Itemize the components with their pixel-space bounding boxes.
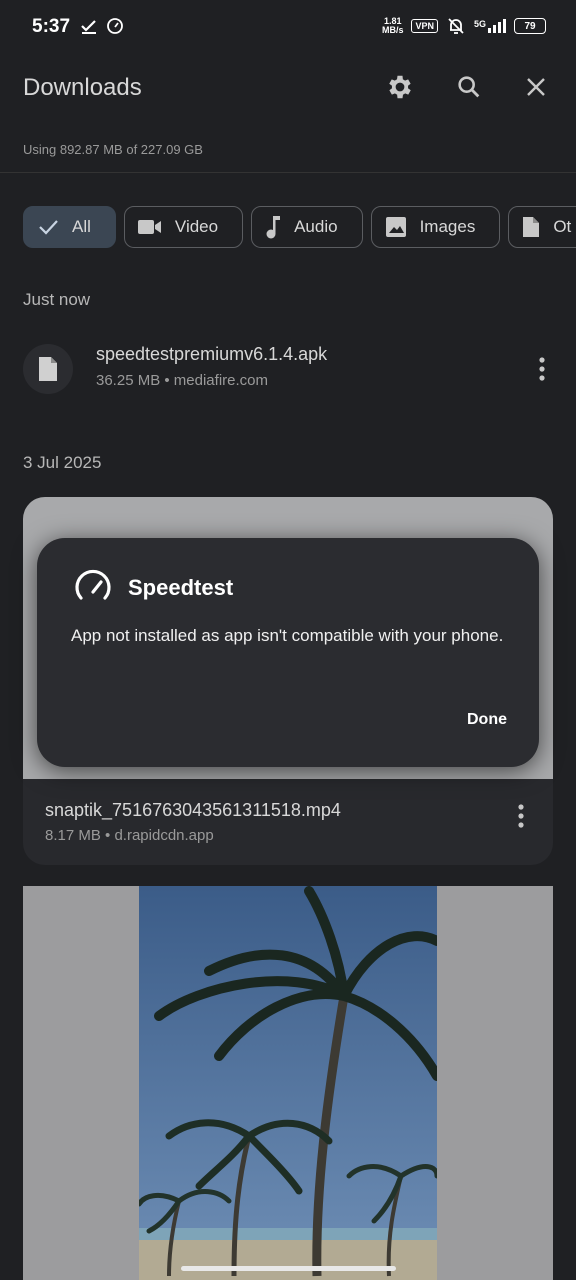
dialog-title: Speedtest: [128, 575, 234, 600]
video-icon: [137, 220, 161, 234]
signal-bar: [503, 19, 506, 33]
more-options-icon[interactable]: [516, 803, 526, 829]
file-icon-container: [23, 344, 73, 394]
chip-label: Ot: [553, 217, 572, 236]
home-indicator[interactable]: [181, 1266, 396, 1271]
file-name: snaptik_7516763043561311518.mp4: [45, 800, 341, 820]
speed-status-icon: [107, 18, 123, 34]
vpn-badge: VPN: [411, 19, 438, 33]
close-button[interactable]: [519, 70, 553, 104]
close-icon: [527, 78, 545, 96]
gear-icon: [389, 75, 411, 99]
file-meta: 36.25 MB • mediafire.com: [96, 372, 268, 389]
status-right-icons: 1.81 MB/s VPN 5G 79: [382, 16, 546, 36]
chip-label: Video: [174, 217, 219, 236]
status-left-icons: [80, 17, 124, 35]
signal-bar: [493, 25, 496, 33]
dialog-message: App not installed as app isn't compatibl…: [71, 626, 504, 645]
bell-off-icon: [448, 18, 464, 34]
download-done-icon: [81, 20, 96, 34]
signal-indicator: 5G: [474, 19, 506, 33]
app-bar: Downloads: [0, 56, 576, 120]
app-not-installed-dialog: Speedtest App not installed as app isn't…: [37, 538, 539, 767]
image-padding-right: [437, 886, 553, 1280]
check-icon: [39, 220, 58, 235]
chip-label: All: [72, 217, 91, 236]
filter-chips: All Video Audio Images Ot: [23, 206, 576, 248]
image-icon: [385, 217, 406, 237]
signal-bar: [488, 28, 491, 33]
page-title: Downloads: [23, 74, 142, 101]
section-title-date: 3 Jul 2025: [23, 453, 102, 472]
search-button[interactable]: [452, 70, 486, 104]
download-item-image[interactable]: [23, 886, 553, 1280]
storage-usage: Using 892.87 MB of 227.09 GB: [23, 142, 203, 157]
section-title-just-now: Just now: [23, 290, 91, 309]
filter-chip-images[interactable]: Images: [370, 206, 501, 248]
chip-label: Images: [419, 217, 476, 236]
more-options-icon[interactable]: [537, 356, 547, 382]
file-name: speedtestpremiumv6.1.4.apk: [96, 344, 328, 364]
divider: [0, 172, 576, 173]
filter-chip-other[interactable]: Ot: [508, 206, 576, 248]
done-button[interactable]: Done: [467, 711, 507, 729]
settings-button[interactable]: [383, 70, 417, 104]
palm-tree-image: [139, 886, 437, 1280]
filter-chip-all[interactable]: All: [23, 206, 116, 248]
speedometer-icon: [75, 569, 111, 600]
status-time: 5:37: [32, 16, 71, 37]
file-meta: 8.17 MB • d.rapidcdn.app: [45, 827, 214, 844]
chip-label: Audio: [294, 217, 338, 236]
net-speed: 1.81 MB/s: [381, 16, 404, 35]
image-padding-left: [23, 886, 139, 1280]
search-icon: [458, 76, 480, 98]
filter-chip-video[interactable]: Video: [123, 206, 244, 248]
signal-bar: [498, 22, 501, 33]
file-icon: [39, 357, 57, 381]
status-bar: 5:37 1.81 MB/s VPN 5G 79: [0, 0, 576, 56]
battery-indicator: 79: [514, 18, 546, 34]
download-item-apk[interactable]: speedtestpremiumv6.1.4.apk 36.25 MB • me…: [23, 344, 553, 400]
document-icon: [523, 217, 540, 237]
network-type: 5G: [473, 19, 486, 29]
music-note-icon: [266, 216, 281, 239]
filter-chip-audio[interactable]: Audio: [251, 206, 363, 248]
